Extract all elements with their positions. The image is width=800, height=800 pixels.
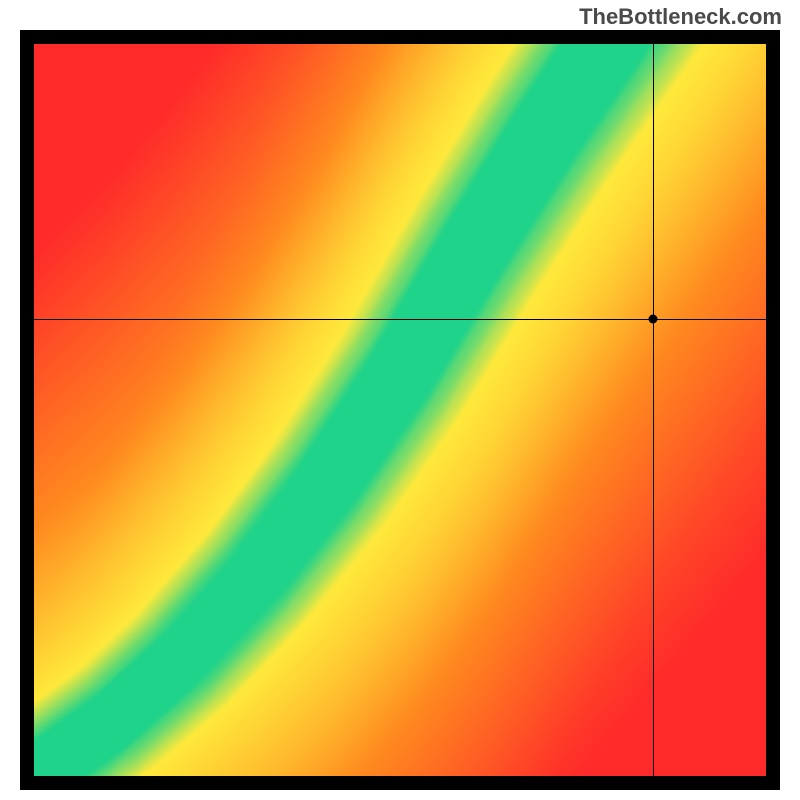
crosshair-vertical [653,44,654,776]
plot-area [34,44,766,776]
plot-frame [20,30,780,790]
heatmap-canvas [34,44,766,776]
intersection-marker [648,314,657,323]
watermark-text: TheBottleneck.com [579,4,782,30]
